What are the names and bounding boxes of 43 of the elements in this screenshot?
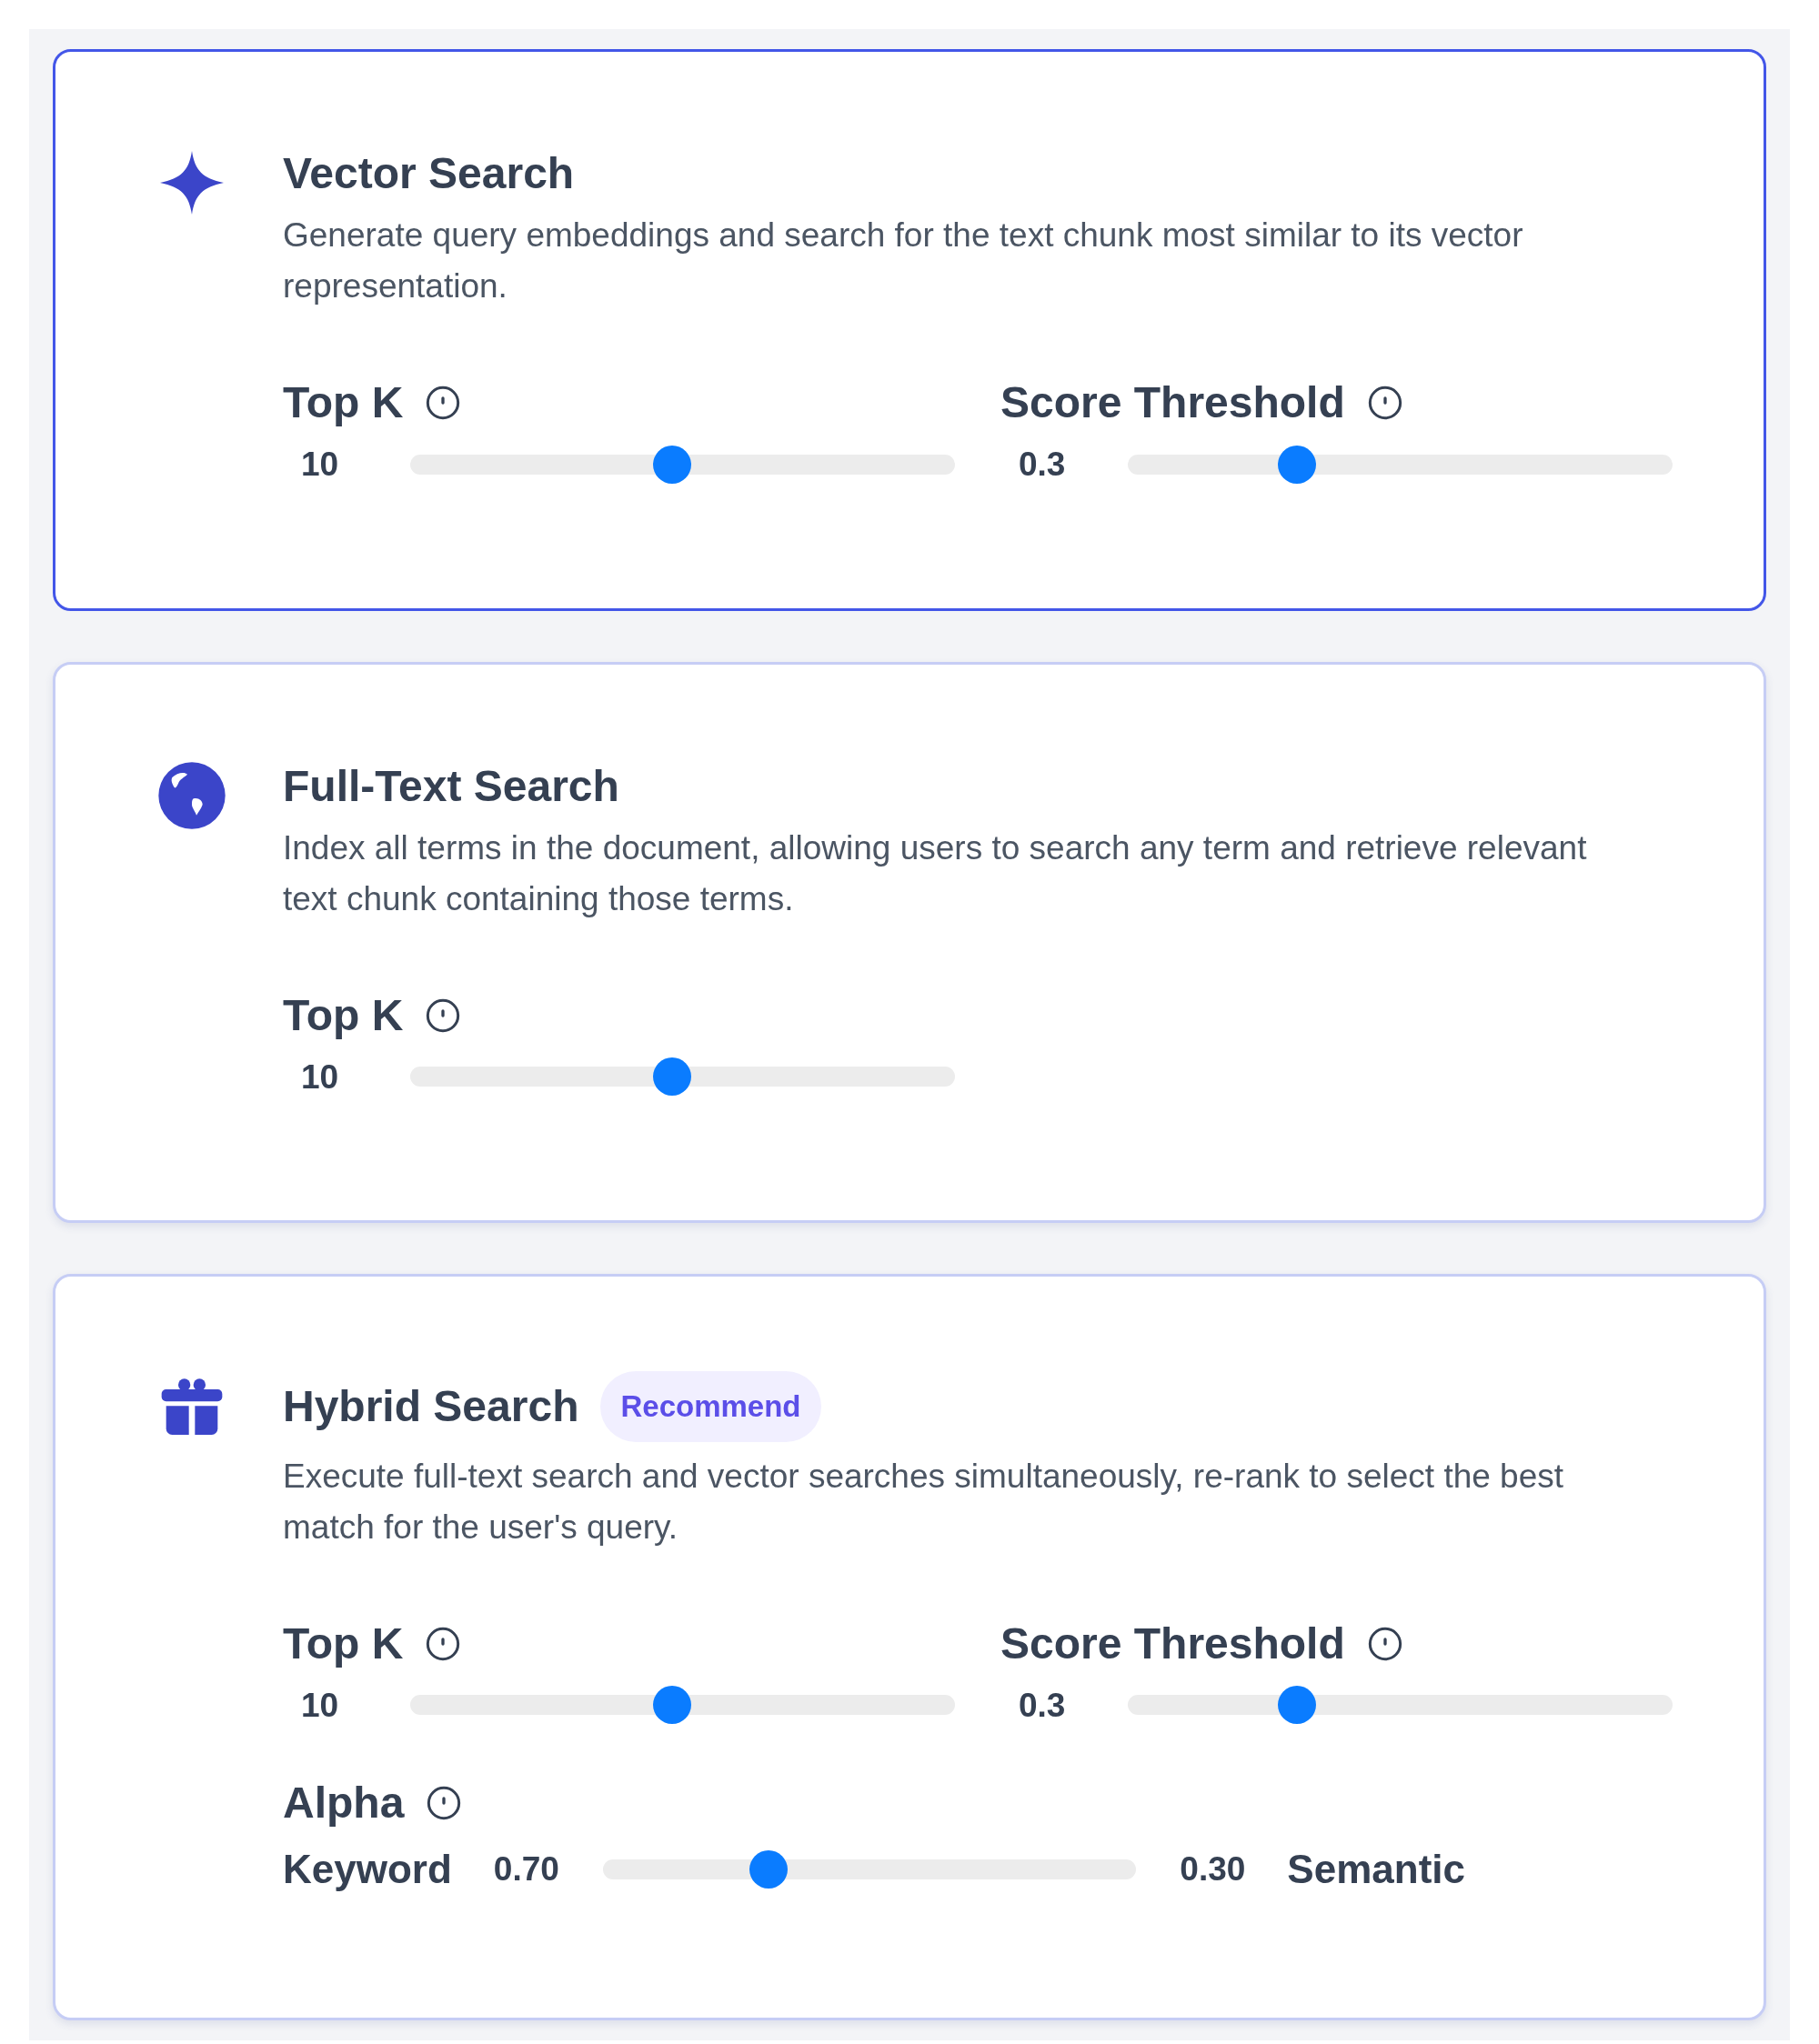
slider-thumb[interactable] — [1277, 445, 1316, 484]
search-mode-card[interactable] — [53, 1274, 1766, 2020]
setting-label: Score Threshold — [1000, 1618, 1345, 1669]
card-description: Generate query embeddings and search for the text chunk most similar to its vector representation. — [283, 215, 1524, 306]
slider[interactable] — [410, 1686, 955, 1725]
info-icon[interactable] — [425, 1625, 462, 1662]
info-icon[interactable] — [1366, 1625, 1403, 1662]
slider-thumb[interactable] — [1277, 1686, 1316, 1725]
card-description: Index all terms in the document, allowing users to search any term and retrieve relevant text chunk containing those terms. — [283, 827, 1588, 919]
slider-value: 0.3 — [1019, 445, 1067, 485]
slider[interactable] — [602, 1850, 1137, 1889]
slider-thumb[interactable] — [749, 1850, 788, 1889]
semantic-label: Semantic — [1287, 1846, 1465, 1893]
search-mode-card[interactable]: Full-Text Search Index all terms in the document, allowing users to search any term and retrieve relevant text chunk containing those terms. Top K 10 — [53, 661, 1766, 1223]
card-title: Vector Search — [283, 148, 575, 199]
info-icon[interactable] — [1366, 385, 1403, 421]
search-mode-card[interactable]: Vector Search Generate query embeddings and search for the text chunk most similar to its vector representation. Top K 10 Score Threshold 0.3 — [53, 49, 1766, 611]
slider-thumb[interactable] — [652, 445, 691, 484]
setting-label: Top K — [283, 989, 404, 1041]
slider-value: 0.30 — [1180, 1849, 1246, 1890]
slider[interactable] — [1128, 1686, 1673, 1725]
slider-thumb[interactable] — [652, 1686, 691, 1725]
keyword-label: Keyword — [283, 1846, 452, 1893]
slider-value: 0.3 — [1019, 1685, 1067, 1726]
setting-label: Score Threshold — [1000, 377, 1345, 428]
slider-value: 10 — [301, 1685, 340, 1726]
setting-label: Alpha — [283, 1778, 405, 1829]
slider[interactable] — [410, 445, 955, 484]
recommend-badge: Recommend — [600, 1371, 821, 1442]
slider[interactable] — [1128, 445, 1673, 484]
setting-label: Top K — [283, 377, 404, 428]
slider[interactable] — [410, 1057, 955, 1097]
slider-value: 10 — [301, 1057, 340, 1097]
slider-thumb[interactable] — [652, 1057, 691, 1097]
card-description: Execute full-text search and vector searches simultaneously, re-rank to select the best match for the user's query. — [283, 1456, 1565, 1548]
card-title: Hybrid Search — [283, 1380, 579, 1432]
slider-value: 0.70 — [493, 1849, 559, 1890]
card-title: Full-Text Search — [283, 760, 619, 812]
slider-value: 10 — [301, 445, 340, 485]
info-icon[interactable] — [426, 1785, 463, 1821]
info-icon[interactable] — [425, 385, 462, 421]
setting-label: Top K — [283, 1618, 404, 1669]
info-icon[interactable] — [425, 997, 462, 1034]
